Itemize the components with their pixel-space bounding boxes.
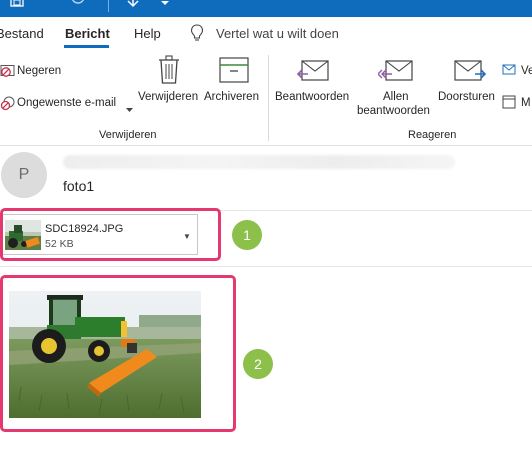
toolbar-separator (108, 0, 109, 12)
ignore-label: Negeren (17, 65, 62, 77)
envelope-arrow-icon (502, 63, 516, 80)
tell-me-search[interactable]: Vertel wat u wilt doen (216, 26, 339, 41)
group-label-reageren: Reageren (408, 129, 457, 141)
avatar: P (1, 152, 47, 198)
customize-dropdown-icon[interactable] (160, 0, 170, 10)
active-tab-indicator (64, 45, 109, 48)
archive-button[interactable]: Archiveren (202, 53, 266, 115)
reply-button[interactable]: Beantwoorden (274, 53, 354, 115)
junk-icon (0, 95, 16, 114)
tab-bericht[interactable]: Bericht (65, 26, 110, 41)
highlight-box-photo (0, 275, 236, 432)
more-reply-options-1[interactable]: Ve (502, 61, 532, 81)
tab-help[interactable]: Help (134, 26, 161, 41)
ignore-icon (0, 64, 16, 81)
reply-all-icon (377, 59, 414, 88)
ribbon: Negeren Ongewenste e-mail Verwijderen Ar… (0, 49, 532, 146)
undo-icon[interactable] (40, 0, 56, 13)
annotation-badge-2: 2 (243, 349, 273, 379)
more-reply-label-2: M (521, 97, 531, 109)
lightbulb-icon (190, 24, 204, 42)
more-reply-options-2[interactable]: M (502, 93, 532, 113)
forward-button[interactable]: Doorsturen (438, 53, 500, 115)
junk-email-label: Ongewenste e-mail (17, 97, 117, 109)
group-label-verwijderen: Verwijderen (99, 129, 157, 141)
annotation-badge-1: 1 (232, 220, 262, 250)
archive-icon (219, 57, 249, 88)
chevron-down-icon (126, 102, 133, 116)
meeting-icon (502, 95, 516, 112)
forward-icon (453, 59, 487, 88)
reply-all-button[interactable]: Allen beantwoorden (356, 53, 436, 125)
reply-icon (296, 59, 330, 88)
delete-label: Verwijderen (138, 91, 199, 103)
reply-all-label-line2: beantwoorden (357, 105, 430, 117)
message-subject: foto1 (63, 178, 95, 194)
quick-access-toolbar (0, 0, 532, 17)
arrow-down-icon[interactable] (126, 0, 140, 15)
reply-all-label-line1: Allen (383, 91, 409, 103)
archive-label: Archiveren (204, 91, 259, 103)
delete-button[interactable]: Verwijderen (136, 53, 202, 115)
attachment-divider (0, 266, 532, 267)
junk-email-button[interactable]: Ongewenste e-mail (0, 93, 134, 113)
ignore-button[interactable]: Negeren (0, 61, 90, 81)
more-reply-label-1: Ve (521, 65, 532, 77)
trash-icon (158, 55, 180, 88)
sender-info-redacted (63, 155, 455, 169)
save-icon[interactable] (10, 0, 24, 13)
redo-icon[interactable] (70, 0, 86, 13)
tab-bestand[interactable]: Bestand (0, 26, 44, 41)
reply-label: Beantwoorden (275, 91, 350, 103)
ribbon-group-separator (268, 55, 269, 141)
forward-label: Doorsturen (438, 91, 495, 103)
highlight-box-attachment (0, 208, 221, 261)
